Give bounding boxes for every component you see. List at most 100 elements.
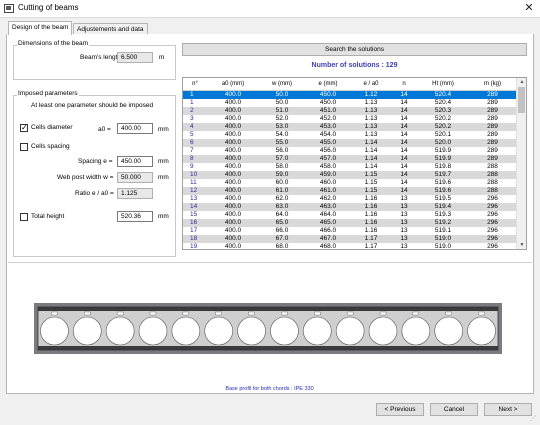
beam-cell-hole bbox=[171, 316, 201, 346]
scroll-up-icon[interactable]: ▲ bbox=[517, 78, 526, 86]
close-icon[interactable]: ✕ bbox=[520, 1, 538, 16]
table-cell: 468.0 bbox=[319, 243, 337, 250]
cells-diameter-checkbox[interactable]: ✓ bbox=[20, 124, 28, 132]
table-cell: 13 bbox=[400, 195, 408, 202]
table-row[interactable]: 5 400.0 54.0 454.0 1.13 14 520.1 289 bbox=[183, 131, 516, 139]
top-slot bbox=[84, 311, 91, 316]
table-scrollbar[interactable]: ▲ ▼ bbox=[516, 78, 526, 249]
table-row[interactable]: 19 400.0 68.0 468.0 1.17 13 519.0 296 bbox=[183, 243, 516, 250]
table-cell: 65.0 bbox=[275, 219, 289, 226]
top-slot bbox=[281, 311, 288, 316]
table-cell: 14 bbox=[400, 99, 408, 106]
table-cell: 1.17 bbox=[364, 243, 378, 250]
table-cell: 68.0 bbox=[275, 243, 289, 250]
table-cell: 289 bbox=[487, 115, 498, 122]
table-row[interactable]: 6 400.0 55.0 455.0 1.14 14 520.0 289 bbox=[183, 139, 516, 147]
table-row[interactable]: 15 400.0 64.0 464.0 1.16 13 519.3 296 bbox=[183, 211, 516, 219]
beam-cell-hole bbox=[368, 316, 398, 346]
table-row[interactable]: 1 400.0 50.0 450.0 1.13 14 520.4 289 bbox=[183, 99, 516, 107]
table-cell: 288 bbox=[487, 179, 498, 186]
table-cell: 8 bbox=[190, 155, 194, 162]
table-cell: 466.0 bbox=[319, 227, 337, 234]
table-body: 1 400.0 50.0 450.0 1.12 14 520.4 289 1 400.0 50.0 4… bbox=[183, 91, 516, 250]
beam-cell-hole bbox=[72, 316, 102, 346]
table-row[interactable]: 13 400.0 62.0 462.0 1.16 13 519.5 296 bbox=[183, 195, 516, 203]
solutions-count: Number of solutions : 129 bbox=[311, 62, 398, 69]
table-row[interactable]: 16 400.0 65.0 465.0 1.16 13 519.2 296 bbox=[183, 219, 516, 227]
column-header[interactable]: e / a0 bbox=[351, 78, 391, 90]
table-cell: 2 bbox=[190, 107, 194, 114]
beam-cell-hole bbox=[40, 316, 69, 346]
column-header[interactable]: n bbox=[391, 78, 417, 90]
table-row[interactable]: 17 400.0 66.0 466.0 1.16 13 519.1 296 bbox=[183, 227, 516, 235]
a0-label: a0 = bbox=[98, 126, 111, 133]
table-cell: 519.0 bbox=[434, 243, 452, 250]
column-header[interactable]: e (mm) bbox=[305, 78, 351, 90]
scroll-thumb[interactable] bbox=[518, 87, 525, 113]
table-cell: 54.0 bbox=[275, 131, 289, 138]
table-cell: 19 bbox=[190, 243, 198, 250]
column-header[interactable]: n° bbox=[183, 78, 207, 90]
cancel-button[interactable]: Cancel bbox=[430, 403, 478, 416]
column-header[interactable]: m (kg) bbox=[469, 78, 516, 90]
search-solutions-button[interactable]: Search the solutions bbox=[182, 43, 527, 56]
table-cell: 400.0 bbox=[224, 195, 242, 202]
table-row[interactable]: 8 400.0 57.0 457.0 1.14 14 519.9 289 bbox=[183, 155, 516, 163]
resize-grip-icon[interactable]: ⋰ bbox=[530, 415, 538, 423]
table-cell: 289 bbox=[487, 123, 498, 130]
table-cell: 519.1 bbox=[434, 227, 452, 234]
table-row[interactable]: 2 400.0 51.0 451.0 1.13 14 520.3 289 bbox=[183, 107, 516, 115]
table-cell: 9 bbox=[190, 163, 194, 170]
table-row[interactable]: 7 400.0 56.0 456.0 1.14 14 519.9 289 bbox=[183, 147, 516, 155]
table-row[interactable]: 3 400.0 52.0 452.0 1.13 14 520.2 289 bbox=[183, 115, 516, 123]
a0-field[interactable]: 400.00 bbox=[117, 123, 153, 134]
table-cell: 18 bbox=[190, 235, 198, 242]
column-header[interactable]: a0 (mm) bbox=[207, 78, 259, 90]
table-row[interactable]: 14 400.0 63.0 463.0 1.16 13 519.4 296 bbox=[183, 203, 516, 211]
tab-design-of-the-beam[interactable]: Design of the beam bbox=[8, 21, 73, 35]
ratio-field[interactable]: 1.125 bbox=[117, 188, 153, 199]
spacing-field[interactable]: 450.00 bbox=[117, 156, 153, 167]
table-cell: 400.0 bbox=[224, 91, 242, 98]
table-cell: 50.0 bbox=[275, 99, 289, 106]
table-cell: 289 bbox=[487, 131, 498, 138]
table-cell: 62.0 bbox=[275, 195, 289, 202]
scroll-down-icon[interactable]: ▼ bbox=[517, 241, 526, 249]
table-cell: 64.0 bbox=[275, 211, 289, 218]
table-cell: 288 bbox=[487, 187, 498, 194]
column-header[interactable]: w (mm) bbox=[259, 78, 305, 90]
column-header[interactable]: Ht (mm) bbox=[417, 78, 469, 90]
table-cell: 463.0 bbox=[319, 203, 337, 210]
total-height-checkbox[interactable] bbox=[20, 213, 28, 221]
table-cell: 55.0 bbox=[275, 139, 289, 146]
cells-spacing-checkbox[interactable] bbox=[20, 143, 28, 151]
solutions-table[interactable]: n° a0 (mm) w (mm) e (mm) e / a0 n Ht (mm) m (kg… bbox=[182, 77, 527, 250]
table-cell: 519.0 bbox=[434, 235, 452, 242]
table-row[interactable]: 10 400.0 59.0 459.0 1.15 14 519.7 288 bbox=[183, 171, 516, 179]
web-post-field[interactable]: 50.000 bbox=[117, 172, 153, 183]
table-cell: 13 bbox=[400, 243, 408, 250]
dimensions-group-title: Dimensions of the beam bbox=[17, 40, 90, 47]
next-button[interactable]: Next > bbox=[484, 403, 532, 416]
table-row[interactable]: 18 400.0 67.0 467.0 1.17 13 519.0 296 bbox=[183, 235, 516, 243]
table-cell: 455.0 bbox=[319, 139, 337, 146]
table-row[interactable]: 1 400.0 50.0 450.0 1.12 14 520.4 289 bbox=[183, 91, 516, 99]
table-cell: 520.4 bbox=[434, 99, 452, 106]
table-row[interactable]: 9 400.0 58.0 458.0 1.14 14 519.8 288 bbox=[183, 163, 516, 171]
table-cell: 17 bbox=[190, 227, 198, 234]
table-cell: 5 bbox=[190, 131, 194, 138]
table-cell: 400.0 bbox=[224, 227, 242, 234]
table-cell: 14 bbox=[400, 123, 408, 130]
total-height-field[interactable]: 520.36 bbox=[117, 211, 153, 222]
table-cell: 400.0 bbox=[224, 219, 242, 226]
table-cell: 519.9 bbox=[434, 155, 452, 162]
beam-cell-hole bbox=[237, 316, 266, 346]
table-cell: 1.15 bbox=[364, 179, 378, 186]
table-row[interactable]: 4 400.0 53.0 453.0 1.13 14 520.2 289 bbox=[183, 123, 516, 131]
table-cell: 7 bbox=[190, 147, 194, 154]
previous-button[interactable]: < Previous bbox=[376, 403, 424, 416]
beam-length-field[interactable]: 6.500 bbox=[117, 52, 153, 63]
table-row[interactable]: 11 400.0 60.0 460.0 1.15 14 519.6 288 bbox=[183, 179, 516, 187]
table-row[interactable]: 12 400.0 61.0 461.0 1.15 14 519.6 288 bbox=[183, 187, 516, 195]
table-cell: 400.0 bbox=[224, 147, 242, 154]
